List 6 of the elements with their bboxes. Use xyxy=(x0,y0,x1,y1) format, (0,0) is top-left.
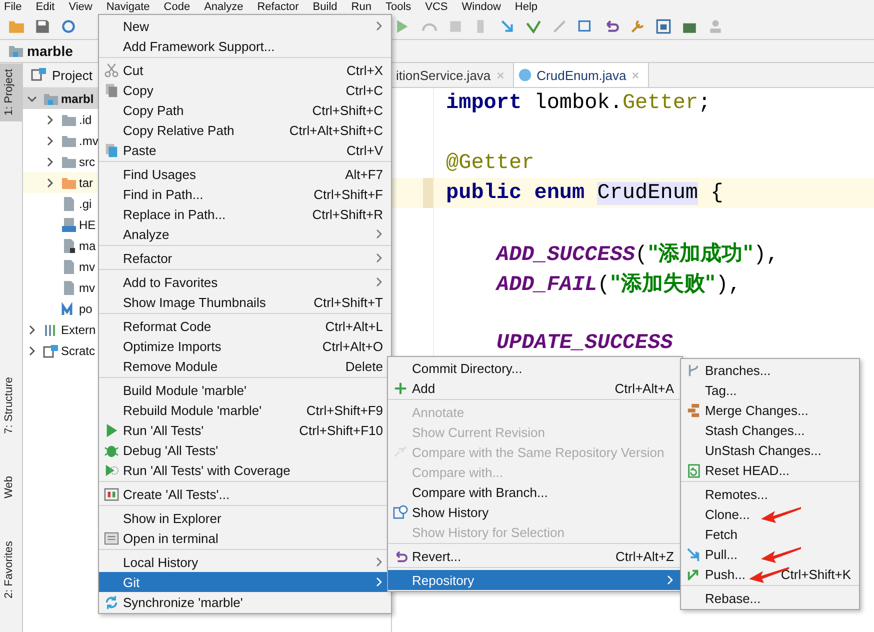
code-line: UPDATE_SUCCESS xyxy=(496,332,673,354)
code-line: ADD_SUCCESS("添加成功"), xyxy=(496,240,779,267)
code-line: public enum CrudEnum { xyxy=(446,182,724,204)
code-line: import lombok.Getter; xyxy=(446,92,711,114)
code-line: @Getter xyxy=(446,152,534,174)
code-line: ADD_FAIL("添加失败"), xyxy=(496,270,741,297)
